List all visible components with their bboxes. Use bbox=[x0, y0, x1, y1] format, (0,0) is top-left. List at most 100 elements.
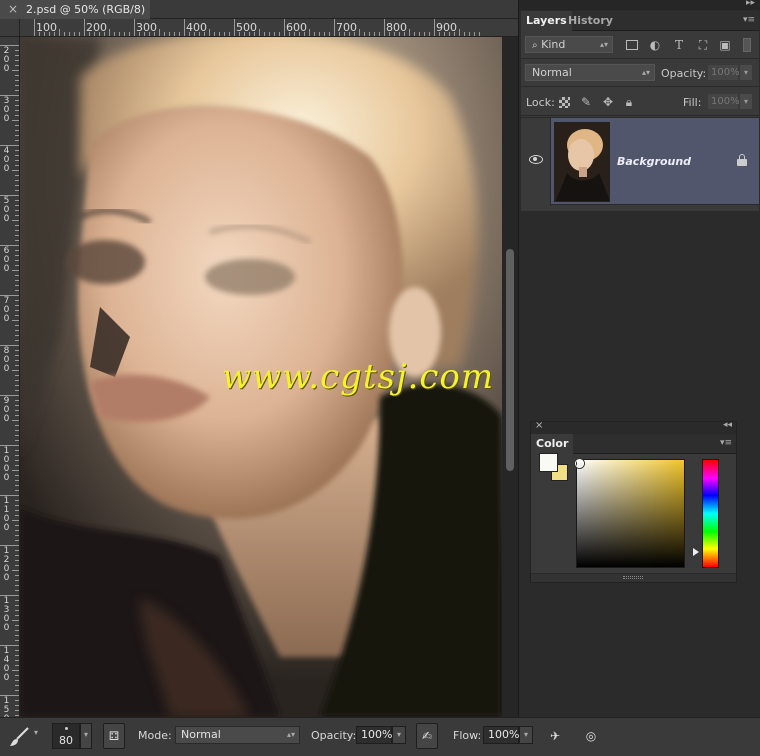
ruler-tick bbox=[15, 360, 19, 361]
ruler-tick bbox=[249, 32, 250, 36]
vertical-ruler[interactable]: 200 300 400 500 600 700 800 900 1000 1100 1200 1300… bbox=[0, 37, 20, 717]
ruler-tick bbox=[204, 32, 205, 36]
ruler-tick bbox=[15, 365, 19, 366]
horizontal-ruler[interactable]: 100 200 300 400 500 600 700 800 900 bbox=[20, 19, 518, 37]
panel-menu-icon[interactable]: ▾≡ bbox=[720, 438, 732, 448]
lock-position-icon[interactable]: ✥ bbox=[600, 95, 616, 109]
ruler-tick bbox=[12, 570, 19, 571]
ruler-tick bbox=[15, 330, 19, 331]
scrollbar-thumb[interactable] bbox=[506, 249, 514, 471]
ruler-tick bbox=[15, 415, 19, 416]
ruler-tick bbox=[15, 115, 19, 116]
resize-grip[interactable] bbox=[623, 576, 643, 579]
ruler-label: 200 bbox=[3, 46, 10, 74]
vertical-scrollbar[interactable] bbox=[502, 37, 518, 717]
saturation-brightness-field[interactable] bbox=[576, 459, 685, 568]
adjustment-filter-icon[interactable]: ◐ bbox=[647, 38, 663, 52]
mode-select[interactable]: Normal ▴▾ bbox=[175, 726, 300, 744]
ruler-label: 700 bbox=[3, 296, 10, 324]
eye-visibility-icon[interactable] bbox=[529, 155, 543, 164]
ruler-tick bbox=[439, 32, 440, 36]
opacity-dropdown[interactable]: ▾ bbox=[739, 64, 753, 81]
collapse-icon[interactable]: ◂◂ bbox=[723, 420, 732, 430]
pressure-opacity-icon[interactable]: ✍ bbox=[416, 723, 438, 749]
ruler-tick bbox=[15, 300, 19, 301]
layer-name[interactable]: Background bbox=[617, 155, 691, 168]
shape-filter-icon[interactable]: ⛶ bbox=[695, 38, 711, 52]
fill-dropdown[interactable]: ▾ bbox=[739, 93, 753, 110]
ruler-tick bbox=[394, 32, 395, 36]
ruler-tick bbox=[114, 32, 115, 36]
collapse-dock-icon[interactable]: ▸▸ bbox=[746, 0, 755, 8]
foreground-color-swatch[interactable] bbox=[539, 453, 558, 472]
flow-field[interactable]: 100% bbox=[483, 726, 519, 744]
chevron-updown-icon: ▴▾ bbox=[286, 730, 295, 739]
close-tab-icon[interactable]: × bbox=[8, 0, 18, 19]
tool-preset-dropdown-icon[interactable]: ▾ bbox=[34, 728, 38, 737]
tab-history[interactable]: History bbox=[563, 11, 618, 31]
lock-pixels-brush-icon[interactable]: ✎ bbox=[578, 95, 594, 109]
ruler-tick bbox=[15, 465, 19, 466]
ruler-tick bbox=[344, 32, 345, 36]
smart-object-filter-icon[interactable]: ▣ bbox=[717, 38, 733, 52]
ruler-tick bbox=[15, 215, 19, 216]
image-filter-icon[interactable] bbox=[626, 40, 638, 50]
opacity-field[interactable]: 100% bbox=[356, 726, 392, 744]
ruler-label: 300 bbox=[3, 96, 10, 124]
ruler-label: 1100 bbox=[3, 496, 10, 533]
lock-icon[interactable] bbox=[737, 154, 747, 166]
ruler-tick bbox=[15, 475, 19, 476]
ruler-tick bbox=[12, 370, 19, 371]
layers-panel: Layers History ▾≡ ⌕ Kind ▴▾ ◐ T ⛶ ▣ Norm… bbox=[521, 11, 759, 211]
ruler-origin[interactable] bbox=[0, 19, 20, 37]
ruler-label: 1400 bbox=[3, 646, 10, 683]
ruler-tick bbox=[229, 32, 230, 36]
brush-picker-dropdown[interactable]: ▾ bbox=[80, 723, 92, 749]
ruler-tick bbox=[12, 670, 19, 671]
panel-menu-icon[interactable]: ▾≡ bbox=[743, 15, 755, 25]
ruler-tick bbox=[15, 240, 19, 241]
ruler-tick bbox=[224, 32, 225, 36]
ruler-tick bbox=[289, 32, 290, 36]
blend-mode-select[interactable]: Normal ▴▾ bbox=[525, 64, 655, 81]
lock-transparency-icon[interactable] bbox=[559, 97, 570, 108]
airbrush-icon[interactable]: ✈ bbox=[544, 723, 566, 749]
brush-size-picker[interactable]: 80 bbox=[52, 723, 80, 749]
brush-tool-icon[interactable] bbox=[8, 726, 30, 748]
pressure-size-icon[interactable]: ◎ bbox=[580, 723, 602, 749]
ruler-tick bbox=[12, 220, 19, 221]
flow-dropdown[interactable]: ▾ bbox=[519, 726, 533, 744]
ruler-tick bbox=[15, 430, 19, 431]
ruler-tick bbox=[429, 32, 430, 36]
document-tab[interactable]: × 2.psd @ 50% (RGB/8) bbox=[0, 0, 150, 19]
lock-all-icon[interactable]: 🔒︎ bbox=[621, 95, 637, 109]
color-picker-cursor[interactable] bbox=[575, 459, 584, 468]
kind-filter-select[interactable]: ⌕ Kind ▴▾ bbox=[525, 36, 613, 53]
opacity-label: Opacity: bbox=[661, 67, 707, 80]
ruler-tick bbox=[379, 32, 380, 36]
opacity-dropdown[interactable]: ▾ bbox=[392, 726, 406, 744]
type-filter-icon[interactable]: T bbox=[671, 38, 687, 52]
layer-filter-row: ⌕ Kind ▴▾ ◐ T ⛶ ▣ bbox=[521, 32, 759, 59]
ruler-tick bbox=[15, 590, 19, 591]
filter-toggle[interactable] bbox=[743, 38, 751, 52]
canvas[interactable]: www.cgtsj.com bbox=[20, 37, 502, 717]
ruler-tick bbox=[364, 32, 365, 36]
ruler-tick bbox=[0, 495, 19, 496]
ruler-tick bbox=[129, 32, 130, 36]
ruler-tick bbox=[15, 610, 19, 611]
opacity-field[interactable]: 100% bbox=[707, 64, 740, 81]
ruler-tick bbox=[15, 315, 19, 316]
ruler-tick bbox=[409, 29, 410, 36]
tab-color[interactable]: Color bbox=[531, 434, 574, 454]
ruler-tick bbox=[69, 32, 70, 36]
brush-panel-toggle-icon[interactable]: ⚃ bbox=[103, 723, 125, 749]
ruler-tick bbox=[0, 595, 19, 596]
hue-slider[interactable] bbox=[702, 459, 719, 568]
kind-filter-value: Kind bbox=[541, 38, 566, 51]
hue-slider-marker[interactable] bbox=[693, 548, 699, 556]
close-icon[interactable]: × bbox=[535, 420, 543, 431]
ruler-tick bbox=[359, 29, 360, 36]
fill-field[interactable]: 100% bbox=[707, 93, 740, 110]
layer-row-background[interactable]: Background bbox=[521, 117, 759, 206]
